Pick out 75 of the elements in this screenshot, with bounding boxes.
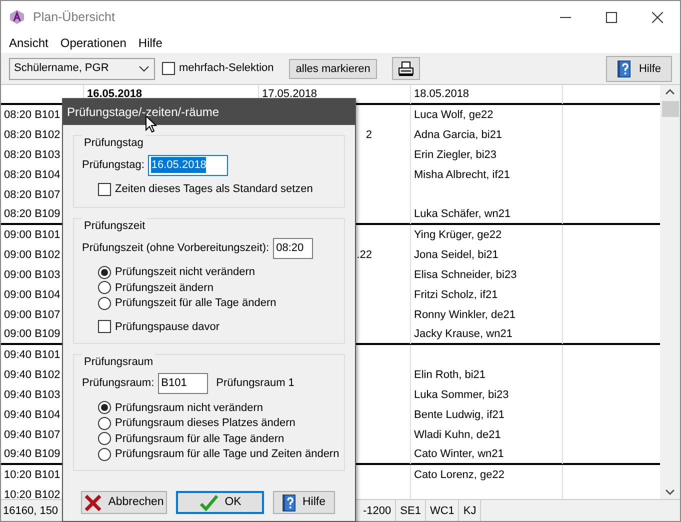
column-header[interactable]: 18.05.2018 <box>411 85 563 104</box>
option-label[interactable]: Zeiten dieses Tages als Standard setzen <box>115 181 313 198</box>
field-label: Prüfungsraum: <box>82 376 154 392</box>
table-cell: Cato Lorenz, ge22 <box>411 465 563 485</box>
sort-select[interactable]: Schülername, PGR <box>9 58 155 80</box>
print-button[interactable] <box>392 57 420 80</box>
printer-icon <box>398 60 414 77</box>
status-field: -1200 <box>359 500 396 521</box>
cancel-x-icon <box>84 494 102 512</box>
ok-button[interactable]: OK <box>176 491 264 514</box>
table-cell: Jona Seidel, bi21 <box>411 245 563 265</box>
menu-item[interactable]: Operationen <box>54 33 132 53</box>
table-cell: Bente Ludwig, if21 <box>411 405 563 425</box>
option-label[interactable]: Prüfungszeit ändern <box>115 280 214 296</box>
scrollbar[interactable] <box>660 85 680 499</box>
menu-item[interactable]: Ansicht <box>3 33 54 53</box>
help-book-icon <box>616 60 631 78</box>
table-cell: Ronny Winkler, de21 <box>411 305 563 325</box>
option-label[interactable]: Prüfungsraum nicht verändern <box>115 400 263 416</box>
table-cell: 2 <box>366 129 372 141</box>
table-cell: Jacky Krause, wn21 <box>411 324 563 344</box>
field-note: Prüfungsraum 1 <box>216 376 294 392</box>
table-cell: Elin Roth, bi21 <box>411 365 563 385</box>
checkbox[interactable] <box>98 320 111 334</box>
option-label[interactable]: Prüfungsraum für alle Tage und Zeiten ändern <box>115 446 340 462</box>
checkmark-icon <box>198 494 219 512</box>
radio-button[interactable] <box>98 281 111 294</box>
radio-button[interactable] <box>98 266 111 279</box>
field-label: Prüfungszeit (ohne Vorbereitungszeit): <box>82 240 270 256</box>
radio-button[interactable] <box>98 416 111 430</box>
input-field[interactable]: 08:20 <box>273 238 314 258</box>
radio-button[interactable] <box>98 448 111 461</box>
option-label[interactable]: Prüfungszeit nicht verändern <box>115 264 256 280</box>
radio-button[interactable] <box>98 401 111 414</box>
table-cell: Misha Albrecht, if21 <box>411 165 563 185</box>
group-title: Prüfungstag <box>82 135 146 152</box>
table-cell: .22 <box>356 249 372 261</box>
option-label[interactable]: Prüfungsraum für alle Tage ändern <box>115 430 284 447</box>
checkbox[interactable] <box>98 182 111 196</box>
table-cell: Luka Sommer, bi23 <box>411 385 563 405</box>
group-title: Prüfungszeit <box>82 218 148 234</box>
table-cell: Cato Winter, wn21 <box>411 444 563 464</box>
scroll-thumb[interactable] <box>662 101 678 117</box>
input-field[interactable]: B101 <box>158 373 208 394</box>
help-button[interactable]: Hilfe <box>273 491 335 514</box>
status-field: KJ <box>459 500 482 521</box>
multi-select-checkbox[interactable]: mehrfach-Selektion <box>162 60 274 77</box>
field-label: Prüfungstag: <box>82 158 144 173</box>
table-cell: Adna Garcia, bi21 <box>411 125 563 145</box>
group-title: Prüfungsraum <box>82 354 156 370</box>
option-label[interactable]: Prüfungspause davor <box>115 318 220 335</box>
status-field: WC1 <box>426 500 460 521</box>
table-cell: Luca Wolf, ge22 <box>411 105 563 125</box>
table-cell: Luka Schäfer, wn21 <box>411 204 563 224</box>
help-book-icon <box>282 494 296 512</box>
input-field[interactable]: 16.05.2018 <box>148 154 228 176</box>
option-label[interactable]: Prüfungsraum dieses Platzes ändern <box>115 415 296 432</box>
app-icon <box>9 9 25 25</box>
table-cell: Erin Ziegler, bi23 <box>411 145 563 165</box>
table-cell: Wladi Kuhn, de21 <box>411 425 563 445</box>
menu-item[interactable]: Hilfe <box>132 33 168 53</box>
close-icon[interactable] <box>652 12 662 22</box>
mark-all-button[interactable]: alles markieren <box>288 58 378 78</box>
radio-button[interactable] <box>98 296 111 310</box>
table-cell: Fritzi Scholz, if21 <box>411 285 563 305</box>
status-field: SE1 <box>396 500 426 521</box>
maximize-icon[interactable] <box>606 12 616 22</box>
table-cell: Elisa Schneider, bi23 <box>411 265 563 285</box>
radio-button[interactable] <box>98 432 111 446</box>
chevron-down-icon[interactable] <box>139 66 149 72</box>
window-title: Plan-Übersicht <box>33 8 115 26</box>
help-button[interactable]: Hilfe <box>606 56 672 82</box>
table-cell: Ying Krüger, ge22 <box>411 225 563 245</box>
cancel-button[interactable]: Abbrechen <box>81 491 167 514</box>
option-label[interactable]: Prüfungszeit für alle Tage ändern <box>115 295 276 312</box>
